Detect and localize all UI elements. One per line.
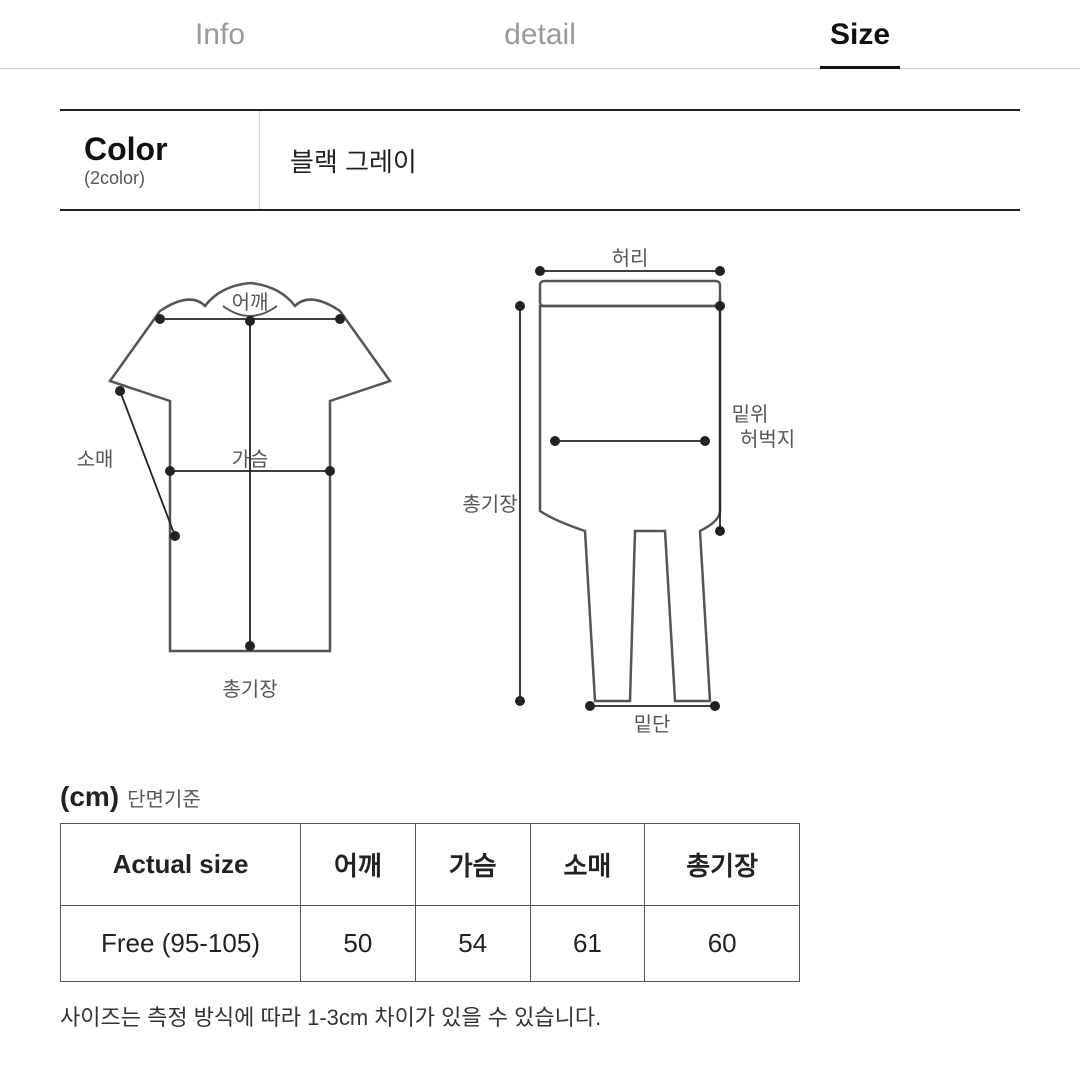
svg-text:총기장: 총기장 [462,493,517,516]
table-header-shoulder: 어깨 [301,824,416,906]
diagram-area: 어깨 가슴 소매 총기장 [60,251,1020,741]
pants-diagram: 허리 밑위 허벅지 총기장 밑단 [480,251,780,741]
table-header-total-length: 총기장 [645,824,800,906]
size-unit-sub: 단면기준 [127,783,201,812]
svg-text:밑단: 밑단 [634,713,671,736]
color-sub: (2color) [84,168,235,189]
table-cell-shoulder-val: 50 [301,906,416,982]
tab-size[interactable]: Size [700,0,1020,68]
size-table: Actual size 어깨 가슴 소매 총기장 Free (95-105) 5… [60,823,800,982]
table-header-actual-size: Actual size [61,824,301,906]
size-unit-cm: (cm) [60,781,119,813]
color-title: Color [84,131,235,168]
table-cell-total-length-val: 60 [645,906,800,982]
table-row: Free (95-105) 50 54 61 60 [61,906,800,982]
table-cell-size-range: Free (95-105) [61,906,301,982]
svg-text:밑위: 밑위 [732,403,769,426]
main-content: Color (2color) 블랙 그레이 어깨 가슴 소매 [0,69,1080,1072]
table-cell-chest-val: 54 [415,906,530,982]
tab-navigation: Info detail Size [0,0,1080,69]
table-header-sleeve: 소매 [530,824,645,906]
tab-info[interactable]: Info [60,0,380,68]
svg-text:어깨: 어깨 [232,291,269,314]
svg-text:총기장: 총기장 [222,678,277,701]
table-cell-sleeve-val: 61 [530,906,645,982]
color-section: Color (2color) 블랙 그레이 [60,109,1020,211]
color-label-box: Color (2color) [60,111,260,209]
table-header-chest: 가슴 [415,824,530,906]
tshirt-diagram: 어깨 가슴 소매 총기장 [60,251,440,701]
size-unit: (cm) 단면기준 [60,781,1020,813]
size-disclaimer: 사이즈는 측정 방식에 따라 1-3cm 차이가 있을 수 있습니다. [60,1000,1020,1032]
svg-text:소매: 소매 [77,448,114,471]
tab-detail[interactable]: detail [380,0,700,68]
table-header-row: Actual size 어깨 가슴 소매 총기장 [61,824,800,906]
svg-text:허리: 허리 [612,247,649,270]
svg-text:허벅지: 허벅지 [740,428,795,451]
color-value: 블랙 그레이 [260,122,447,199]
